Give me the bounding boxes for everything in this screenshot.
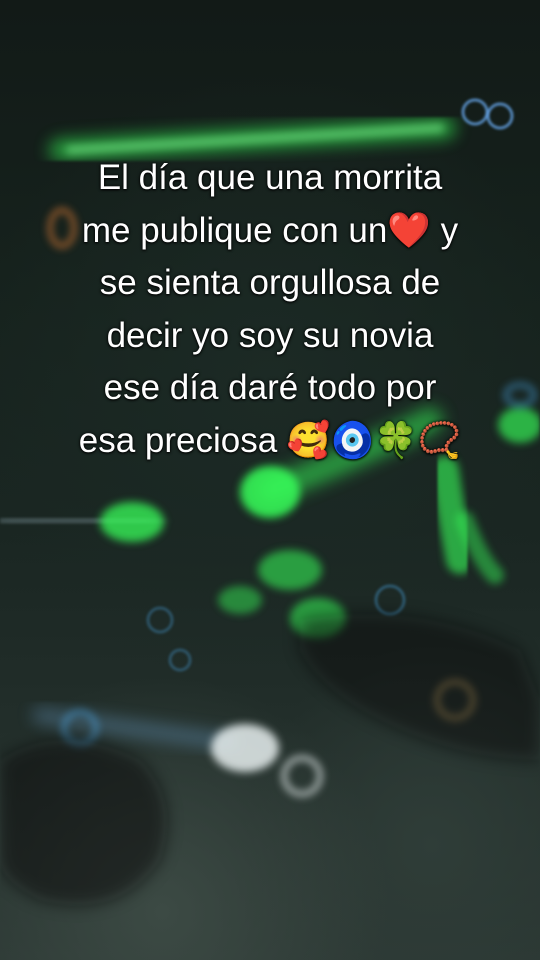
- caption-line: esa preciosa 🥰🧿🍀📿: [78, 420, 462, 460]
- photo-background: El día que una morrita me publique con u…: [0, 0, 540, 960]
- bokeh-light-streaks: [0, 98, 540, 905]
- green-bokeh-blob: [100, 502, 164, 542]
- caption-line: decir yo soy su novia: [106, 315, 434, 355]
- white-bokeh-blob: [211, 724, 279, 772]
- blue-bokeh-ring: [374, 584, 406, 616]
- green-bokeh-blob: [258, 550, 322, 590]
- caption-text: El día que una morrita me publique con u…: [20, 152, 520, 467]
- caption-line: El día que una morrita: [97, 158, 443, 197]
- caption-line: se sienta orgullosa de: [99, 263, 441, 302]
- white-bokeh-ring: [281, 755, 323, 797]
- dark-silhouette: [0, 740, 167, 905]
- blue-bokeh-ring: [461, 98, 489, 126]
- caption-line: me publique con un❤️ y: [81, 210, 459, 250]
- caption-line: ese día daré todo por: [103, 368, 437, 407]
